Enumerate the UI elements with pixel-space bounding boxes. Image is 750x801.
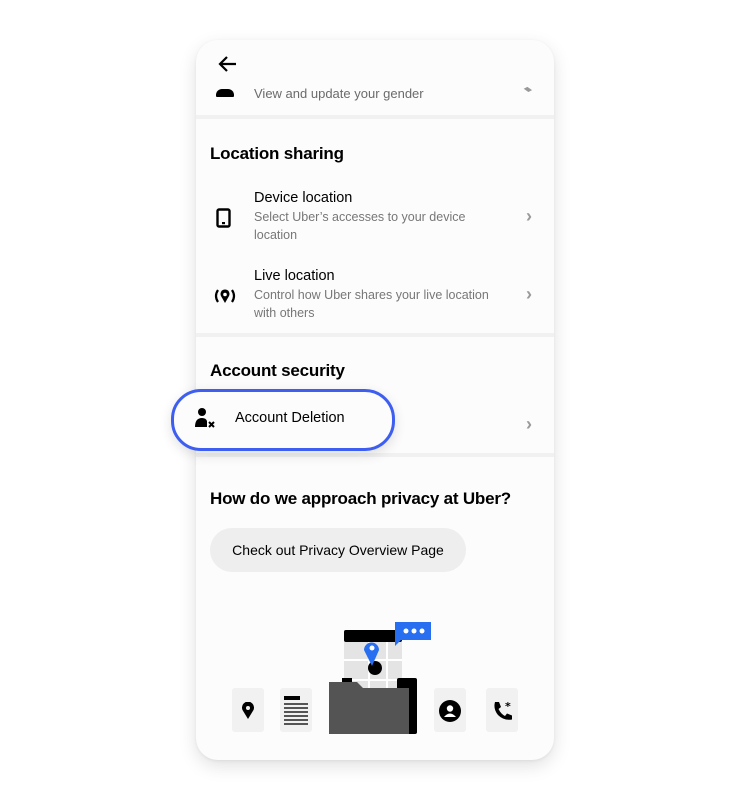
folder-map-illustration [329,622,431,734]
live-location-subtitle: Control how Uber shares your live locati… [254,288,489,320]
gender-icon [216,89,234,97]
chevron-right-icon: ▰ [521,82,535,97]
chevron-right-icon: › [526,414,532,434]
phone-icon [216,208,231,228]
chevron-right-icon: › [526,284,532,304]
document-icon [284,696,308,725]
user-remove-icon [195,408,215,428]
section-divider [196,453,554,457]
gender-subtitle: View and update your gender [254,86,424,101]
back-button[interactable] [216,52,240,76]
privacy-heading: How do we approach privacy at Uber? [210,489,511,508]
arrow-left-icon [218,56,236,72]
section-divider [196,115,554,119]
device-location-title: Device location [254,190,353,206]
device-location-row[interactable]: Device location Select Uber’s accesses t… [196,190,554,246]
live-location-title: Live location [254,268,335,284]
user-circle-icon [439,700,461,722]
account-security-heading: Account security [210,361,345,380]
account-deletion-label: Account Deletion [235,410,345,426]
phone-call-icon: * [494,700,512,720]
gender-row[interactable]: View and update your gender ▰ [196,82,554,112]
location-pin-icon [242,702,254,719]
account-deletion-highlight[interactable]: Account Deletion [171,389,395,451]
device-location-subtitle: Select Uber’s accesses to your device lo… [254,210,466,242]
live-location-row[interactable]: Live location Control how Uber shares yo… [196,268,554,324]
call-tile: * [486,688,518,732]
privacy-illustration: * [196,610,554,750]
privacy-overview-button[interactable]: Check out Privacy Overview Page [210,528,466,572]
location-sharing-heading: Location sharing [210,144,344,163]
live-location-icon [214,289,236,303]
chevron-right-icon: › [526,206,532,226]
section-divider [196,333,554,337]
profile-tile [434,688,466,732]
svg-text:*: * [505,700,511,713]
document-tile [280,688,312,732]
location-tile [232,688,264,732]
